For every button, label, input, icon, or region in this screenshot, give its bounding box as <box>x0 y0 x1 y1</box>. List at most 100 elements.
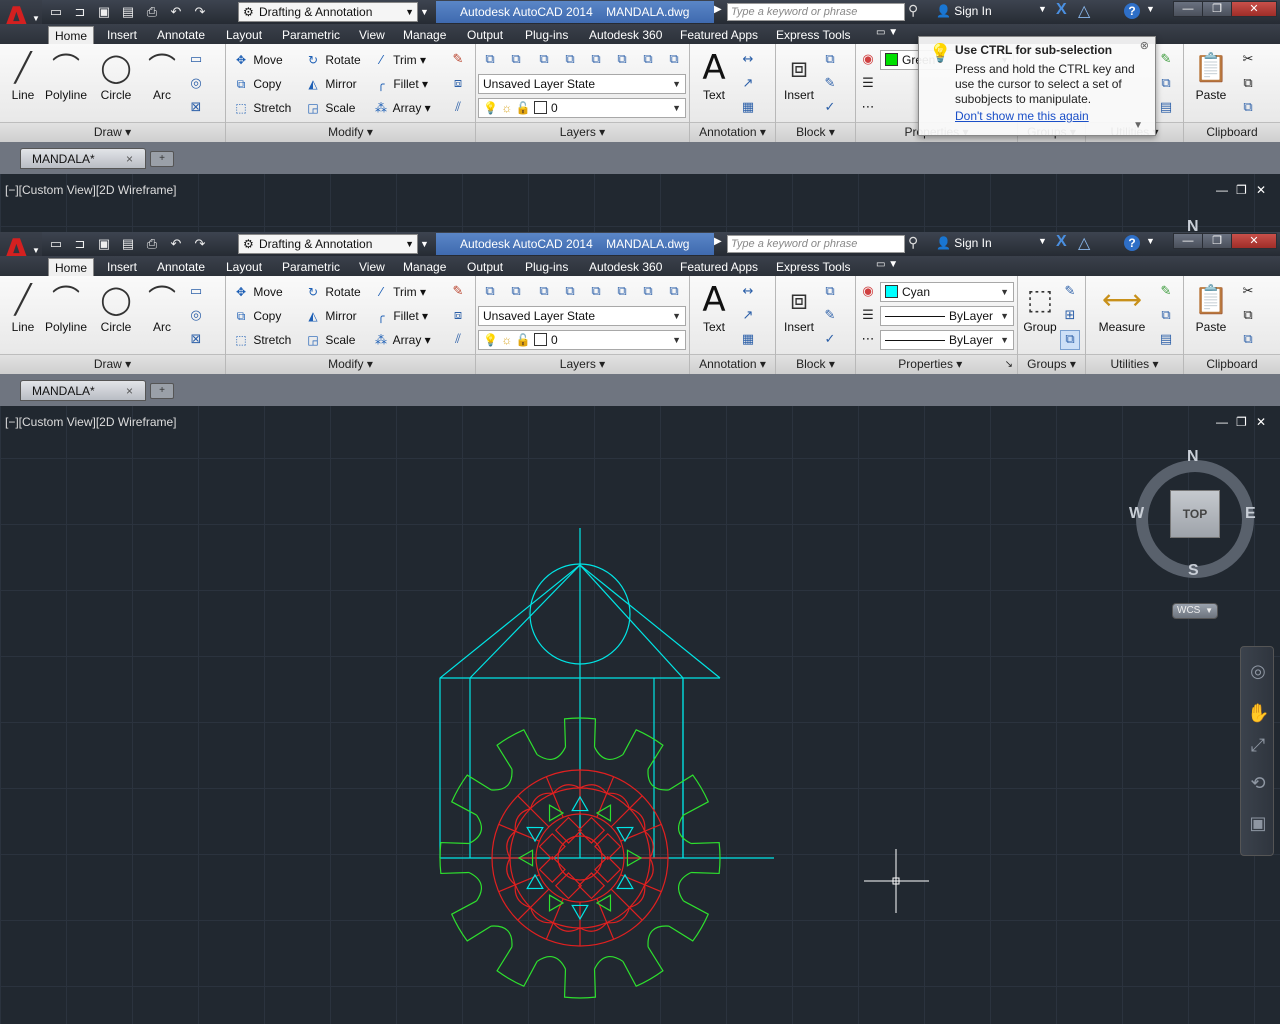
mandala-petal[interactable] <box>496 729 538 770</box>
tab-layout[interactable]: Layout <box>220 26 268 44</box>
lineweight-icon[interactable]: ☰ <box>858 74 878 94</box>
layer-freeze-icon[interactable]: ⧉ <box>586 282 606 302</box>
fillet-button[interactable]: ╭ Fillet ▾ <box>372 306 428 326</box>
cut-icon[interactable]: ✂ <box>1238 282 1258 302</box>
mandala-petal[interactable] <box>668 774 709 816</box>
arc-button[interactable]: ⌒ Arc <box>142 48 182 102</box>
stretch-button[interactable]: ⬚ Stretch <box>232 98 291 118</box>
saveas-icon[interactable]: ▤ <box>118 235 138 253</box>
mandala-scallop[interactable] <box>491 925 513 947</box>
lineweight-icon[interactable]: ☰ <box>858 306 878 326</box>
minimize-button[interactable]: — <box>1173 233 1203 249</box>
mirror-button[interactable]: ◭ Mirror <box>304 306 356 326</box>
scale-button[interactable]: ◲ Scale <box>304 330 355 350</box>
mandala-petal[interactable] <box>451 900 492 942</box>
viewport-label[interactable]: [−][Custom View][2D Wireframe] <box>5 183 177 197</box>
close-icon[interactable]: ⊗ <box>1140 39 1149 52</box>
circle-button[interactable]: ◯ Circle <box>96 280 136 334</box>
dialog-launcher-icon[interactable]: ↘ <box>1005 355 1013 374</box>
chevron-down-icon[interactable]: ▼ <box>1146 236 1155 246</box>
steering-wheel-icon[interactable]: ◎ <box>1247 661 1269 682</box>
select-all-icon[interactable]: ⧉ <box>1156 306 1176 326</box>
clipboard-panel-title[interactable]: Clipboard <box>1184 354 1280 374</box>
workspace-dropdown[interactable]: ⚙ Drafting & Annotation ▼ <box>238 234 418 254</box>
layer-isolate-icon[interactable]: ⧉ <box>560 50 580 70</box>
viewport-minimize-button[interactable]: — <box>1216 183 1228 197</box>
trim-button[interactable]: ⁄ Trim ▾ <box>372 50 426 70</box>
offset-icon[interactable]: ⫽ <box>448 98 468 118</box>
tab-featured-apps[interactable]: Featured Apps <box>674 258 764 276</box>
rotate-button[interactable]: ↻ Rotate <box>304 282 361 302</box>
boundary-icon[interactable]: ⊠ <box>186 330 206 350</box>
new-tab-button[interactable]: + <box>150 151 174 167</box>
tab-insert[interactable]: Insert <box>101 26 143 44</box>
lineweight-dropdown[interactable]: ByLayer ▼ <box>880 306 1014 326</box>
maximize-button[interactable]: ❐ <box>1202 233 1232 249</box>
pan-icon[interactable]: ✋ <box>1247 703 1269 724</box>
ribbon-minimize-icon[interactable]: ▭ ▼ <box>876 27 898 38</box>
array-button[interactable]: ⁂ Array ▾ <box>372 98 431 118</box>
rectangle-icon[interactable]: ▭ <box>186 282 206 302</box>
ribbon-minimize-icon[interactable]: ▭ ▼ <box>876 259 898 270</box>
print-icon[interactable]: ⎙ <box>142 3 162 21</box>
layer-previous-icon[interactable]: ⧉ <box>534 282 554 302</box>
draw-panel-title[interactable]: Draw ▾ <box>0 354 225 374</box>
quickcalc-icon[interactable]: ✎ <box>1156 282 1176 302</box>
workspace-dropdown[interactable]: ⚙ Drafting & Annotation ▼ <box>238 2 418 22</box>
chevron-down-icon[interactable]: ▼ <box>1133 120 1143 131</box>
new-tab-button[interactable]: + <box>150 383 174 399</box>
close-icon[interactable]: × <box>126 149 133 169</box>
mandala-petal[interactable] <box>496 946 538 987</box>
mandala-scallop[interactable] <box>536 746 567 761</box>
open-icon[interactable]: ⊐ <box>70 235 90 253</box>
match-properties-icon[interactable]: ◉ <box>858 50 878 70</box>
layers-panel-title[interactable]: Layers ▾ <box>476 122 689 142</box>
group-selection-icon[interactable]: ⧉ <box>1060 330 1080 350</box>
modify-panel-title[interactable]: Modify ▾ <box>226 354 475 374</box>
doc-tab-mandala[interactable]: MANDALA* × <box>20 380 146 401</box>
layer-properties-icon[interactable]: ⧉ <box>480 282 500 302</box>
autodesk-360-icon[interactable]: △ <box>1078 1 1090 21</box>
draw-panel-title[interactable]: Draw ▾ <box>0 122 225 142</box>
mandala-spoke[interactable] <box>517 888 550 921</box>
leader-icon[interactable]: ↗ <box>738 306 758 326</box>
linetype-dropdown[interactable]: ByLayer ▼ <box>880 330 1014 350</box>
autodesk-360-icon[interactable]: △ <box>1078 233 1090 253</box>
mandala-spoke[interactable] <box>610 888 643 921</box>
layer-previous-icon[interactable]: ⧉ <box>534 50 554 70</box>
layer-isolate-icon[interactable]: ⧉ <box>560 282 580 302</box>
close-button[interactable]: ✕ <box>1231 1 1277 17</box>
tab-home[interactable]: Home <box>48 258 95 276</box>
dont-show-again-link[interactable]: Don't show me this again <box>955 109 1147 123</box>
erase-icon[interactable]: ✎ <box>448 50 468 70</box>
tab-view[interactable]: View <box>353 258 391 276</box>
mirror-button[interactable]: ◭ Mirror <box>304 74 356 94</box>
select-all-icon[interactable]: ⧉ <box>1156 74 1176 94</box>
layer-freeze-icon[interactable]: ⧉ <box>586 50 606 70</box>
layer-unlock-icon[interactable]: ⧉ <box>664 282 684 302</box>
insert-button[interactable]: ⧈ Insert <box>778 48 820 102</box>
mandala-scallop[interactable] <box>468 814 483 845</box>
mandala-scallop[interactable] <box>647 925 669 947</box>
line-button[interactable]: ╱ Line <box>6 48 40 102</box>
drawing-viewport[interactable]: [−][Custom View][2D Wireframe] — ❐ ✕ TOP… <box>0 406 1280 1024</box>
undo-icon[interactable]: ↶ <box>166 3 186 21</box>
new-icon[interactable]: ▭ <box>46 3 66 21</box>
layer-properties-icon[interactable]: ⧉ <box>480 50 500 70</box>
binoculars-icon[interactable]: ⚲ <box>908 2 918 19</box>
edit-block-icon[interactable]: ✎ <box>820 74 840 94</box>
mandala-spoke[interactable] <box>610 795 643 828</box>
tab-express-tools[interactable]: Express Tools <box>770 26 856 44</box>
polyline-button[interactable]: ⌒ Polyline <box>42 48 90 102</box>
tab-parametric[interactable]: Parametric <box>276 258 346 276</box>
binoculars-icon[interactable]: ⚲ <box>908 234 918 251</box>
tab-annotate[interactable]: Annotate <box>151 258 211 276</box>
tab-insert[interactable]: Insert <box>101 258 143 276</box>
edit-block-icon[interactable]: ✎ <box>820 306 840 326</box>
annotation-panel-title[interactable]: Annotation ▾ <box>690 354 775 374</box>
search-input[interactable]: Type a keyword or phrase <box>727 235 905 253</box>
measure-button[interactable]: ⟷ Measure <box>1090 280 1154 334</box>
copy-link-icon[interactable]: ⧉ <box>1238 98 1258 118</box>
tab-manage[interactable]: Manage <box>397 26 452 44</box>
block-panel-title[interactable]: Block ▾ <box>776 354 855 374</box>
